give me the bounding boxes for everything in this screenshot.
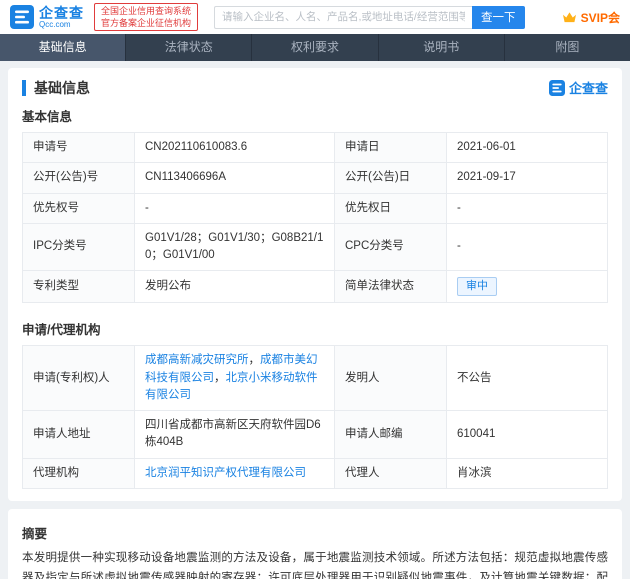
field-value: CN113406696A — [135, 163, 335, 193]
field-label: 申请日 — [335, 133, 447, 163]
field-value: - — [135, 193, 335, 223]
search-button[interactable]: 查一下 — [472, 6, 525, 29]
table-row: 优先权号 - 优先权日 - — [23, 193, 608, 223]
table-row: 公开(公告)号 CN113406696A 公开(公告)日 2021-09-17 — [23, 163, 608, 193]
field-value: 四川省成都市高新区天府软件园D6栋404B — [135, 411, 335, 459]
brand-domain: Qcc.com — [39, 20, 84, 29]
field-label: 发明人 — [335, 346, 447, 411]
top-header: 企查查 Qcc.com 全国企业信用查询系统 官方备案企业征信机构 查一下 SV… — [0, 0, 630, 34]
field-value: 审中 — [447, 271, 608, 303]
qcc-watermark-label: 企查查 — [569, 78, 608, 97]
basic-info-card: 基础信息 企查查 基本信息 申请号 CN202110610083.6 申请日 2… — [8, 68, 622, 501]
table-row: 申请人地址 四川省成都市高新区天府软件园D6栋404B 申请人邮编 610041 — [23, 411, 608, 459]
main-content: 基础信息 企查查 基本信息 申请号 CN202110610083.6 申请日 2… — [0, 61, 630, 579]
svip-link[interactable]: SVIP会 — [562, 9, 620, 26]
field-value: G01V1/28；G01V1/30；G08B21/10；G01V1/00 — [135, 223, 335, 271]
field-value: - — [447, 223, 608, 271]
field-value: 发明公布 — [135, 271, 335, 303]
search-input[interactable] — [214, 6, 472, 29]
tab-claims[interactable]: 权利要求 — [252, 34, 378, 61]
field-label: 申请人地址 — [23, 411, 135, 459]
separator: ， — [214, 372, 226, 384]
basic-info-table: 申请号 CN202110610083.6 申请日 2021-06-01 公开(公… — [22, 132, 608, 303]
field-label: 申请(专利权)人 — [23, 346, 135, 411]
slogan-line-2: 官方备案企业征信机构 — [101, 17, 191, 29]
field-value: 不公告 — [447, 346, 608, 411]
brand-name: 企查查 — [39, 6, 84, 20]
table-row: 申请号 CN202110610083.6 申请日 2021-06-01 — [23, 133, 608, 163]
field-label: 简单法律状态 — [335, 271, 447, 303]
tab-description[interactable]: 说明书 — [379, 34, 505, 61]
tab-basic-info[interactable]: 基础信息 — [0, 34, 126, 61]
status-badge: 审中 — [457, 277, 497, 296]
certification-slogan: 全国企业信用查询系统 官方备案企业征信机构 — [94, 3, 198, 31]
field-value: - — [447, 193, 608, 223]
agency-cell: 北京润平知识产权代理有限公司 — [135, 458, 335, 488]
field-label: 申请人邮编 — [335, 411, 447, 459]
applicant-link[interactable]: 成都高新减灾研究所 — [145, 354, 249, 366]
agency-link[interactable]: 北京润平知识产权代理有限公司 — [145, 467, 306, 479]
field-label: 代理机构 — [23, 458, 135, 488]
abstract-card: 摘要 本发明提供一种实现移动设备地震监测的方法及设备，属于地震监测技术领域。所述… — [8, 509, 622, 579]
tab-figures[interactable]: 附图 — [505, 34, 630, 61]
abstract-heading: 摘要 — [22, 523, 608, 542]
field-label: 公开(公告)号 — [23, 163, 135, 193]
section-tabs: 基础信息 法律状态 权利要求 说明书 附图 — [0, 34, 630, 61]
table-row: 代理机构 北京润平知识产权代理有限公司 代理人 肖冰滨 — [23, 458, 608, 488]
qcc-logo-icon — [10, 5, 34, 29]
field-label: 代理人 — [335, 458, 447, 488]
applicants-cell: 成都高新减灾研究所，成都市美幻科技有限公司，北京小米移动软件有限公司 — [135, 346, 335, 411]
field-label: 优先权号 — [23, 193, 135, 223]
table-row: 申请(专利权)人 成都高新减灾研究所，成都市美幻科技有限公司，北京小米移动软件有… — [23, 346, 608, 411]
field-value: 2021-09-17 — [447, 163, 608, 193]
field-value: 2021-06-01 — [447, 133, 608, 163]
separator: ， — [249, 354, 261, 366]
field-value: 610041 — [447, 411, 608, 459]
field-label: 申请号 — [23, 133, 135, 163]
field-label: 公开(公告)日 — [335, 163, 447, 193]
abstract-text: 本发明提供一种实现移动设备地震监测的方法及设备，属于地震监测技术领域。所述方法包… — [22, 549, 608, 579]
tab-legal-status[interactable]: 法律状态 — [126, 34, 252, 61]
qcc-watermark-icon — [549, 80, 565, 96]
field-label: CPC分类号 — [335, 223, 447, 271]
field-value: 肖冰滨 — [447, 458, 608, 488]
card-header: 基础信息 企查查 — [22, 78, 608, 97]
page-title: 基础信息 — [22, 80, 90, 96]
basic-info-heading: 基本信息 — [22, 106, 608, 125]
qcc-logo[interactable]: 企查查 Qcc.com — [10, 5, 84, 29]
svip-label: SVIP会 — [581, 9, 620, 26]
table-row: IPC分类号 G01V1/28；G01V1/30；G08B21/10；G01V1… — [23, 223, 608, 271]
field-label: IPC分类号 — [23, 223, 135, 271]
brand-text: 企查查 Qcc.com — [39, 6, 84, 29]
slogan-line-1: 全国企业信用查询系统 — [101, 5, 191, 17]
field-label: 专利类型 — [23, 271, 135, 303]
field-label: 优先权日 — [335, 193, 447, 223]
search-bar: 查一下 — [214, 6, 525, 29]
qcc-watermark: 企查查 — [549, 78, 608, 97]
spacer — [22, 303, 608, 315]
field-value: CN202110610083.6 — [135, 133, 335, 163]
crown-icon — [562, 11, 577, 24]
agency-info-table: 申请(专利权)人 成都高新减灾研究所，成都市美幻科技有限公司，北京小米移动软件有… — [22, 345, 608, 489]
table-row: 专利类型 发明公布 简单法律状态 审中 — [23, 271, 608, 303]
agency-info-heading: 申请/代理机构 — [22, 319, 608, 338]
